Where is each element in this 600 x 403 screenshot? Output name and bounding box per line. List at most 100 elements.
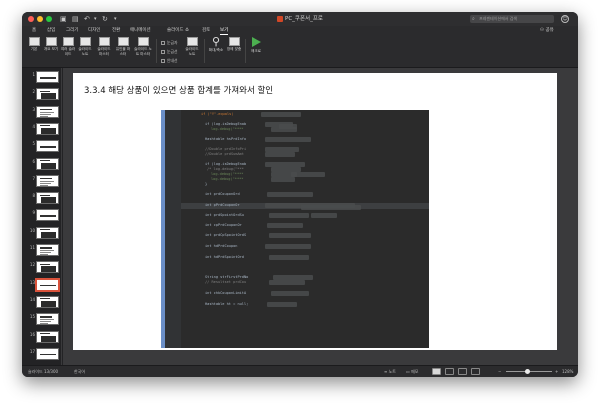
comments-button[interactable]: ▭ 메모 [406,369,418,375]
slide-heading[interactable]: 3.3.4 해당 상품이 있으면 상품 합계를 가져와서 할인 [84,86,273,97]
thumbnail-image [41,197,56,204]
slide-master-label: 슬라이드 마스터 [97,47,111,56]
thumbnail-number: 1 [32,72,35,77]
thumbnail-text-line [40,252,51,253]
slide-thumbnail[interactable] [36,226,59,239]
notes-toggle-button[interactable]: 슬라이드 노트 [184,37,200,56]
gridlines-checkbox[interactable]: 눈금선 [161,49,177,54]
thumbnail-title-bar [40,284,56,287]
code-line: int hdPrdSpointOrd [205,255,244,259]
handout-master-icon [117,37,129,46]
slide-thumbnails-pane[interactable]: 1 2 3 4 5 6 7 8 9 10 11 12 13 14 15 16 17 [22,68,62,365]
tab-review[interactable]: 검토 [202,27,210,34]
sorter-view-status-button[interactable] [445,368,454,375]
redacted-code [267,301,297,307]
zoom-in-icon[interactable]: + [555,369,558,375]
slide-thumbnail[interactable] [36,71,59,83]
outline-view-icon [45,37,57,46]
thumbnail-image [41,162,56,169]
zoom-out-icon[interactable]: − [498,369,501,375]
slide-thumbnail[interactable] [36,192,59,205]
code-line: int pPrdCouponOr [205,203,240,207]
outline-view-button[interactable]: 개요 보기 [43,37,59,52]
ruler-check-box [161,41,165,45]
current-slide[interactable]: 3.3.4 해당 상품이 있으면 상품 합계를 가져와서 할인 if ("Y".… [73,73,557,350]
redacted-code [269,254,309,260]
slide-thumbnail[interactable] [36,295,59,308]
thumbnail-image [41,127,56,134]
slide-thumbnail[interactable] [36,313,59,326]
thumbnail-number: 17 [29,348,35,354]
reading-view-status-button[interactable] [458,368,467,375]
redacted-code [265,243,311,249]
document-title-text: PC_쿠폰서_프로 [285,16,323,22]
share-button[interactable]: ⚇ 공유 [540,27,554,34]
thumbnail-title-bar [40,177,52,180]
guides-label: 안내선 [167,58,178,63]
tab-draw[interactable]: 그리기 [66,27,78,34]
slide-thumbnail[interactable] [36,261,59,274]
tab-view[interactable]: 보기 [220,27,229,35]
account-icon[interactable]: ☺ [561,15,569,23]
slide-thumbnail[interactable] [36,347,59,360]
slide-sorter-icon [62,37,74,46]
slideshow-status-button[interactable] [471,368,480,375]
thumbnail-title-bar [40,333,50,334]
slide-thumbnail[interactable] [36,209,59,222]
thumbnail-text-line [40,113,51,115]
notes-page-button[interactable]: 슬라이드 노트 [77,37,93,56]
redacted-code [291,172,325,177]
zoom-label: 확대/축소 [208,48,224,52]
tab-home[interactable]: 홈 [32,27,36,34]
thumbnail-image [41,93,56,100]
guides-check-box [161,59,165,63]
macro-button[interactable]: 매크로 [248,37,264,54]
tab-slideshow[interactable]: 슬라이드 쇼 [167,27,189,34]
thumbnail-number: 9 [32,210,35,216]
thumbnail-title-bar [40,215,56,217]
tab-design[interactable]: 디자인 [88,27,100,34]
slide-thumbnail[interactable] [36,122,59,135]
tab-insert[interactable]: 삽입 [47,27,55,34]
slide-master-button[interactable]: 슬라이드 마스터 [96,37,112,56]
handout-master-button[interactable]: 유인물 마스터 [115,37,131,56]
slide-sorter-button[interactable]: 여러 슬라이드 [60,37,76,56]
tab-transitions[interactable]: 전환 [112,27,120,34]
handout-master-label: 유인물 마스터 [115,47,131,56]
fit-to-window-button[interactable]: 창에 맞춤 [226,37,242,52]
notes-master-button[interactable]: 슬라이드 노트 마스터 [134,37,152,56]
slide-thumbnail[interactable] [36,244,59,256]
code-line: Hashtable ht = null; [205,302,249,306]
language-indicator[interactable]: 한국어 [74,369,85,375]
redacted-code [273,274,313,280]
zoom-level[interactable]: 128% [562,369,573,375]
ribbon-separator [245,39,246,63]
code-line: //Double prdInfoPri [205,147,247,151]
slide-thumbnail[interactable] [36,330,59,343]
thumbnail-number: 13 [29,279,35,285]
slide-thumbnail[interactable] [36,88,59,101]
thumbnail-number: 6 [32,158,35,164]
slide-thumbnail[interactable] [36,140,59,153]
slide-thumbnail[interactable] [36,105,59,118]
guides-checkbox[interactable]: 안내선 [161,58,177,63]
ribbon-tabs: 홈 삽입 그리기 디자인 전환 애니메이션 슬라이드 쇼 검토 보기 ⚇ 공유 [22,26,578,35]
notes-button[interactable]: ≡ 노트 [384,369,396,375]
code-screenshot[interactable]: if ("Y".equals(if (log.isDebugEnab log.d… [161,110,429,348]
slide-thumbnail[interactable] [36,174,59,187]
slide-thumbnail[interactable] [36,157,59,170]
thumbnail-text-line [40,180,54,182]
ribbon-view: 기본 개요 보기 여러 슬라이드 슬라이드 노트 슬라이드 마스터 유인물 마스… [22,35,578,68]
zoom-slider-handle[interactable] [525,369,530,374]
code-line: Hashtable hsPrdInfo [205,137,247,141]
redacted-code [267,191,313,197]
ruler-checkbox[interactable]: 눈금자 [161,40,177,45]
slide-thumbnail[interactable] [36,278,59,291]
normal-view-button[interactable]: 기본 [26,37,42,52]
code-line: int cpPrdCouponOr [205,223,242,227]
normal-view-status-button[interactable] [432,368,441,375]
search-input[interactable]: ⌕ 프레젠테이션에서 검색 [470,15,554,23]
notes-toggle-label: 슬라이드 노트 [185,47,199,56]
tab-animations[interactable]: 애니메이션 [130,27,151,34]
zoom-button[interactable]: ⚲ 확대/축소 [206,36,226,53]
